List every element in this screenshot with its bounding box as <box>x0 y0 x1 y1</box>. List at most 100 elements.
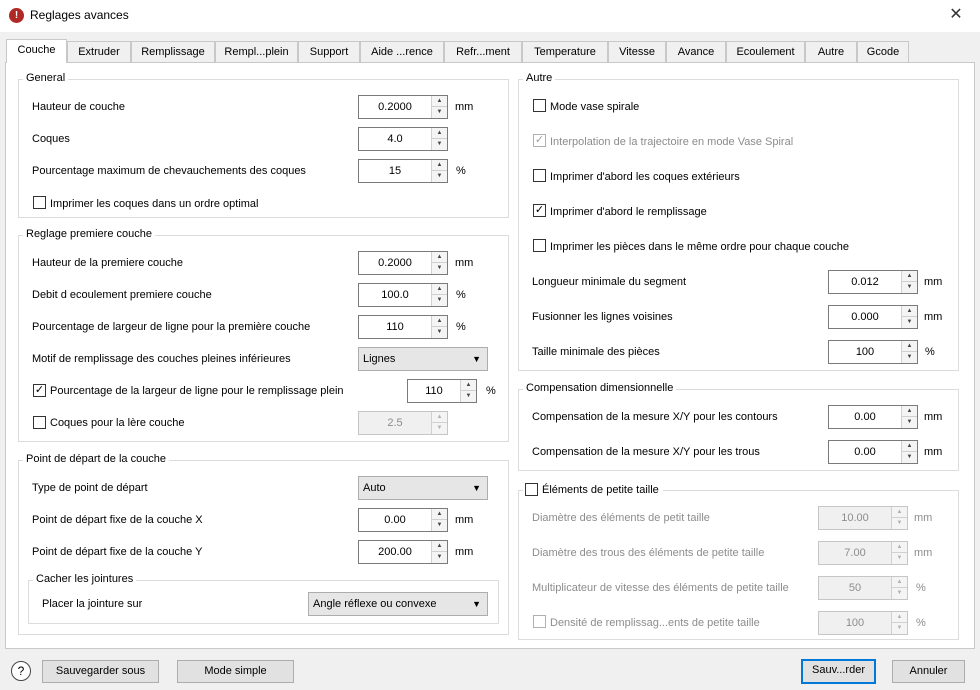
tab-remplissage-plein[interactable]: Rempl...plein <box>215 41 298 62</box>
fixed-y-spinbox[interactable]: 200.00 ▲ ▼ <box>358 540 448 564</box>
min-segment-label: Longueur minimale du segment <box>532 276 687 288</box>
outer-first-checkbox[interactable] <box>533 169 546 182</box>
tab-vitesse[interactable]: Vitesse <box>608 41 666 62</box>
increment-arrow-icon[interactable]: ▲ <box>902 341 917 352</box>
decrement-arrow-icon[interactable]: ▼ <box>902 317 917 328</box>
decrement-arrow-icon[interactable]: ▼ <box>902 452 917 463</box>
decrement-arrow-icon[interactable]: ▼ <box>432 171 447 182</box>
small-hole-diameter-spinbox: 7.00 ▲ ▼ <box>818 541 908 565</box>
fixed-x-spinbox[interactable]: 0.00 ▲ ▼ <box>358 508 448 532</box>
small-diameter-label: Diamètre des éléments de petit taille <box>532 512 710 524</box>
first-layer-width-spinbox[interactable]: 110 ▲ ▼ <box>358 315 448 339</box>
tab-support[interactable]: Support <box>298 41 360 62</box>
spiral-vase-checkbox[interactable] <box>533 99 546 112</box>
decrement-arrow-icon[interactable]: ▼ <box>432 263 447 274</box>
tab-temperature[interactable]: Temperature <box>522 41 608 62</box>
tab-ecoulement[interactable]: Ecoulement <box>726 41 805 62</box>
first-layer-height-unit: mm <box>455 257 474 269</box>
layer-height-value: 0.2000 <box>378 101 412 113</box>
fixed-y-value: 200.00 <box>378 546 412 558</box>
start-type-value: Auto <box>363 482 386 494</box>
decrement-arrow-icon[interactable]: ▼ <box>432 327 447 338</box>
same-order-checkbox[interactable] <box>533 239 546 252</box>
increment-arrow-icon[interactable]: ▲ <box>432 128 447 139</box>
first-layer-width-unit: % <box>456 321 466 333</box>
optimal-order-checkbox[interactable] <box>33 196 46 209</box>
first-layer-height-spinbox[interactable]: 0.2000 ▲ ▼ <box>358 251 448 275</box>
decrement-arrow-icon[interactable]: ▼ <box>432 552 447 563</box>
small-hole-diameter-label: Diamètre des trous des éléments de petit… <box>532 547 765 559</box>
increment-arrow-icon[interactable]: ▲ <box>432 509 447 520</box>
compensation-title: Compensation dimensionnelle <box>523 382 677 395</box>
decrement-arrow-icon[interactable]: ▼ <box>432 295 447 306</box>
min-part-unit: % <box>925 346 935 358</box>
save-button[interactable]: Sauv...rder <box>801 659 876 684</box>
fill-pattern-dropdown[interactable]: Lignes ▼ <box>358 347 488 371</box>
increment-arrow-icon[interactable]: ▲ <box>902 271 917 282</box>
cancel-button[interactable]: Annuler <box>892 660 965 683</box>
seam-place-dropdown[interactable]: Angle réflexe ou convexe ▼ <box>308 592 488 616</box>
increment-arrow-icon[interactable]: ▲ <box>432 160 447 171</box>
decrement-arrow-icon: ▼ <box>432 423 447 434</box>
tab-gcode[interactable]: Gcode <box>857 41 909 62</box>
decrement-arrow-icon[interactable]: ▼ <box>902 352 917 363</box>
first-layer-flow-spinbox[interactable]: 100.0 ▲ ▼ <box>358 283 448 307</box>
increment-arrow-icon[interactable]: ▲ <box>902 406 917 417</box>
chevron-down-icon: ▼ <box>472 599 481 609</box>
shells-spinbox[interactable]: 4.0 ▲ ▼ <box>358 127 448 151</box>
increment-arrow-icon[interactable]: ▲ <box>432 252 447 263</box>
layer-height-unit: mm <box>455 101 474 113</box>
increment-arrow-icon[interactable]: ▲ <box>432 284 447 295</box>
small-speed-unit: % <box>916 582 926 594</box>
fixed-x-value: 0.00 <box>384 514 406 526</box>
increment-arrow-icon[interactable]: ▲ <box>902 306 917 317</box>
increment-arrow-icon[interactable]: ▲ <box>432 96 447 107</box>
tab-refroidissement[interactable]: Refr...ment <box>444 41 522 62</box>
tab-aide-adherence[interactable]: Aide ...rence <box>360 41 444 62</box>
decrement-arrow-icon: ▼ <box>892 623 907 634</box>
min-segment-spinbox[interactable]: 0.012 ▲ ▼ <box>828 270 918 294</box>
min-part-label: Taille minimale des pièces <box>532 346 660 358</box>
decrement-arrow-icon[interactable]: ▼ <box>432 107 447 118</box>
decrement-arrow-icon[interactable]: ▼ <box>902 282 917 293</box>
start-type-dropdown[interactable]: Auto ▼ <box>358 476 488 500</box>
close-icon[interactable]: ✕ <box>936 4 976 28</box>
decrement-arrow-icon[interactable]: ▼ <box>461 391 476 402</box>
first-layer-height-value: 0.2000 <box>378 257 412 269</box>
increment-arrow-icon[interactable]: ▲ <box>902 441 917 452</box>
overlap-label: Pourcentage maximum de chevauchements de… <box>32 165 306 177</box>
increment-arrow-icon[interactable]: ▲ <box>432 316 447 327</box>
tab-avance[interactable]: Avance <box>666 41 726 62</box>
increment-arrow-icon[interactable]: ▲ <box>432 541 447 552</box>
first-shells-value: 2.5 <box>387 417 403 429</box>
simple-mode-button[interactable]: Mode simple <box>177 660 294 683</box>
decrement-arrow-icon[interactable]: ▼ <box>432 139 447 150</box>
min-part-spinbox[interactable]: 100 ▲ ▼ <box>828 340 918 364</box>
infill-first-checkbox[interactable]: ✓ <box>533 204 546 217</box>
outline-comp-spinbox[interactable]: 0.00 ▲ ▼ <box>828 405 918 429</box>
tab-autre[interactable]: Autre <box>805 41 857 62</box>
merge-lines-spinbox[interactable]: 0.000 ▲ ▼ <box>828 305 918 329</box>
small-diameter-value: 10.00 <box>841 512 869 524</box>
save-as-button[interactable]: Sauvegarder sous <box>42 660 159 683</box>
solid-fill-width-checkbox[interactable]: ✓ <box>33 384 46 397</box>
solid-fill-width-label: Pourcentage de la largeur de ligne pour … <box>50 385 344 397</box>
decrement-arrow-icon[interactable]: ▼ <box>432 520 447 531</box>
window-title: Reglages avances <box>30 8 129 22</box>
small-features-title: Éléments de petite taille <box>542 484 659 496</box>
layer-height-spinbox[interactable]: 0.2000 ▲ ▼ <box>358 95 448 119</box>
holes-comp-spinbox[interactable]: 0.00 ▲ ▼ <box>828 440 918 464</box>
decrement-arrow-icon: ▼ <box>892 588 907 599</box>
help-icon[interactable]: ? <box>11 661 31 681</box>
increment-arrow-icon[interactable]: ▲ <box>461 380 476 391</box>
first-shells-checkbox[interactable] <box>33 416 46 429</box>
overlap-spinbox[interactable]: 15 ▲ ▼ <box>358 159 448 183</box>
decrement-arrow-icon[interactable]: ▼ <box>902 417 917 428</box>
outline-comp-value: 0.00 <box>854 411 876 423</box>
min-part-value: 100 <box>855 346 875 358</box>
tab-extruder[interactable]: Extruder <box>67 41 131 62</box>
solid-fill-width-spinbox[interactable]: 110 ▲ ▼ <box>407 379 477 403</box>
small-features-checkbox[interactable] <box>525 483 538 496</box>
tab-couche[interactable]: Couche <box>6 39 67 63</box>
tab-remplissage[interactable]: Remplissage <box>131 41 215 62</box>
